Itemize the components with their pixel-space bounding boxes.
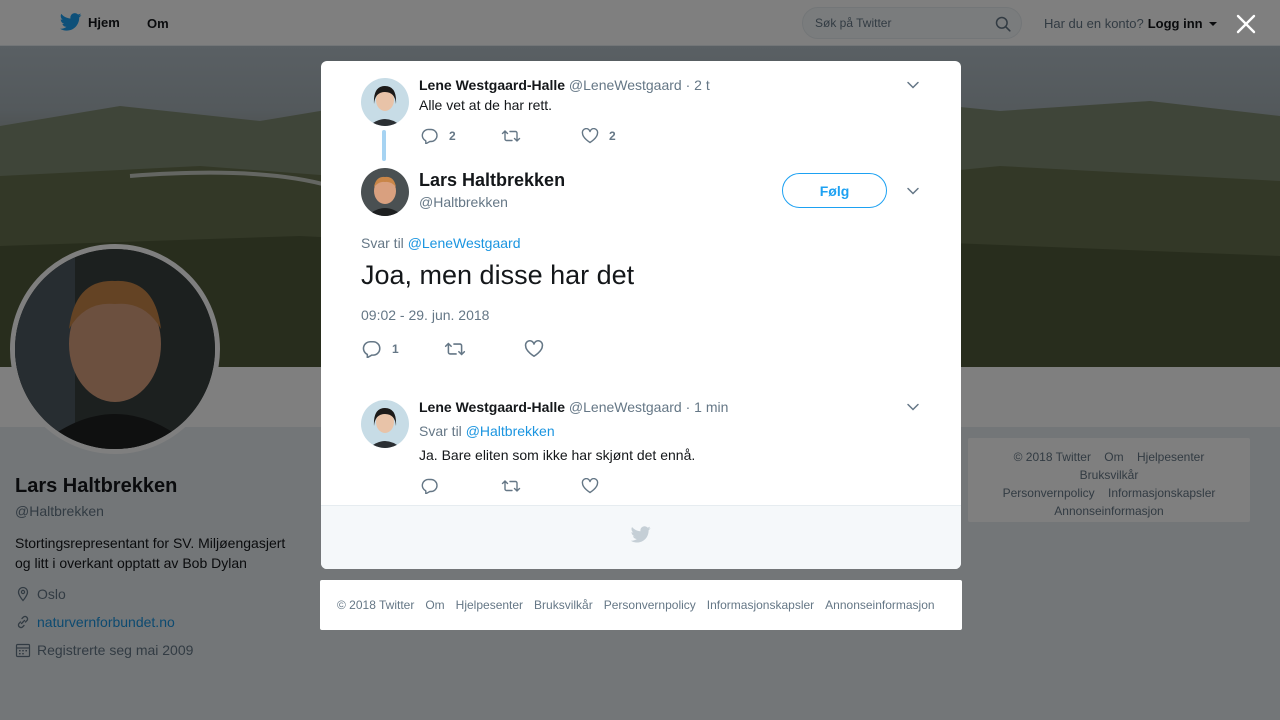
- modal-footer-bar: [321, 505, 961, 569]
- main-like-button[interactable]: [524, 340, 544, 358]
- tweet3-author-handle[interactable]: @LeneWestgaard: [569, 399, 682, 415]
- tweet3-author-name[interactable]: Lene Westgaard-Halle: [419, 399, 565, 415]
- tweet3-time[interactable]: · 1 min: [686, 399, 729, 415]
- main-tweet-reply-to: Svar til @LeneWestgaard: [361, 235, 521, 251]
- tweet1-avatar-image: [361, 78, 409, 126]
- tweet1-retweet-button[interactable]: [501, 128, 581, 144]
- like-icon: [581, 128, 599, 144]
- main-tweet-author-name[interactable]: Lars Haltbrekken: [419, 170, 565, 191]
- main-reply-count: 1: [392, 342, 399, 356]
- reply-icon: [421, 478, 438, 494]
- tweet3-actions: [421, 478, 599, 494]
- modal-bottom-footer: © 2018 Twitter Om Hjelpesenter Bruksvilk…: [320, 580, 962, 630]
- like-icon: [524, 340, 544, 357]
- main-tweet-date[interactable]: 09:02 - 29. jun. 2018: [361, 307, 489, 323]
- tweet1-reply-count: 2: [449, 129, 456, 143]
- main-tweet-avatar[interactable]: [361, 168, 409, 216]
- reply-icon: [421, 128, 438, 144]
- footer-link-ads[interactable]: Annonseinformasjon: [825, 598, 934, 612]
- chevron-down-icon[interactable]: [906, 78, 920, 92]
- tweet1-actions: 2 2: [421, 128, 616, 144]
- tweet3-avatar-image: [361, 400, 409, 448]
- tweet3-reply-to: Svar til @Haltbrekken: [419, 423, 555, 439]
- chevron-down-icon[interactable]: [906, 400, 920, 414]
- main-retweet-button[interactable]: [444, 340, 524, 358]
- twitter-bird-icon: [631, 526, 651, 543]
- tweet-modal: Lene Westgaard-Halle @LeneWestgaard · 2 …: [321, 61, 961, 569]
- tweet1-avatar[interactable]: [361, 78, 409, 126]
- thread-connector: [382, 130, 386, 161]
- follow-button[interactable]: Følg: [782, 173, 887, 208]
- retweet-icon: [444, 342, 466, 356]
- retweet-icon: [501, 130, 521, 142]
- tweet3-like-button[interactable]: [581, 478, 599, 494]
- main-tweet-text: Joa, men disse har det: [361, 260, 635, 290]
- footer-copyright: © 2018 Twitter: [337, 598, 415, 612]
- tweet1-header: Lene Westgaard-Halle @LeneWestgaard · 2 …: [419, 77, 710, 93]
- footer-link-om[interactable]: Om: [425, 598, 444, 612]
- tweet3-reply-button[interactable]: [421, 478, 501, 494]
- main-tweet-avatar-image: [361, 168, 409, 216]
- tweet1-author-name[interactable]: Lene Westgaard-Halle: [419, 77, 565, 93]
- footer-link-privacy[interactable]: Personvernpolicy: [604, 598, 696, 612]
- tweet1-text: Alle vet at de har rett.: [419, 97, 553, 113]
- tweet3-retweet-button[interactable]: [501, 478, 581, 494]
- reply-to-handle[interactable]: @LeneWestgaard: [408, 235, 521, 251]
- tweet1-reply-button[interactable]: 2: [421, 128, 501, 144]
- main-tweet-author-handle[interactable]: @Haltbrekken: [419, 194, 508, 210]
- tweet3-header: Lene Westgaard-Halle @LeneWestgaard · 1 …: [419, 399, 728, 415]
- chevron-down-icon[interactable]: [906, 184, 920, 198]
- reply-to-handle[interactable]: @Haltbrekken: [466, 423, 555, 439]
- tweet3-avatar[interactable]: [361, 400, 409, 448]
- main-tweet-actions: 1: [362, 340, 544, 358]
- close-icon[interactable]: [1234, 12, 1258, 36]
- footer-link-help[interactable]: Hjelpesenter: [456, 598, 523, 612]
- footer-link-terms[interactable]: Bruksvilkår: [534, 598, 593, 612]
- tweet1-time[interactable]: · 2 t: [686, 77, 710, 93]
- retweet-icon: [501, 480, 521, 492]
- reply-icon: [362, 340, 381, 358]
- reply-to-prefix: Svar til: [419, 423, 462, 439]
- reply-to-prefix: Svar til: [361, 235, 404, 251]
- tweet1-author-handle[interactable]: @LeneWestgaard: [569, 77, 682, 93]
- like-icon: [581, 478, 599, 494]
- footer-link-cookies[interactable]: Informasjonskapsler: [707, 598, 814, 612]
- tweet1-like-count: 2: [609, 129, 616, 143]
- tweet3-text: Ja. Bare eliten som ikke har skjønt det …: [419, 447, 696, 463]
- tweet1-like-button[interactable]: 2: [581, 128, 616, 144]
- main-reply-button[interactable]: 1: [362, 340, 444, 358]
